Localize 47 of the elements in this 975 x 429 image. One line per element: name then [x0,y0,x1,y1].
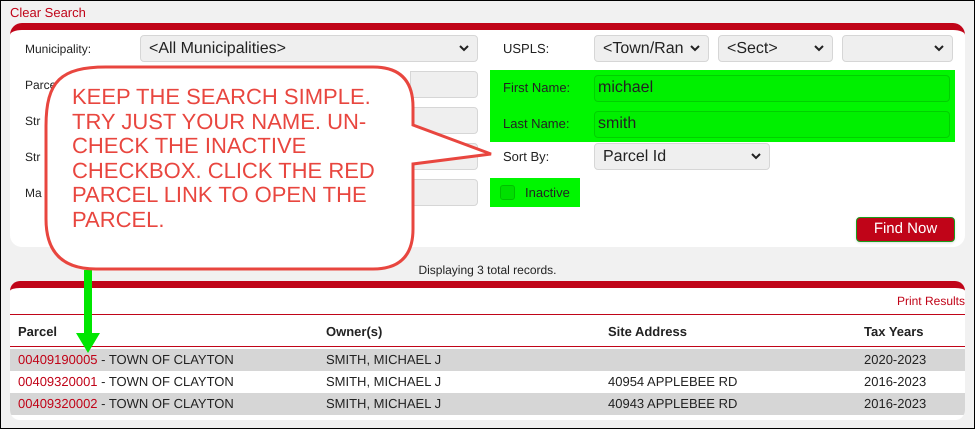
table-cell: 2016-2023 [864,396,926,412]
parcel-link[interactable]: 00409320002 [18,396,98,412]
table-cell: 40943 APPLEBEE RD [608,396,738,412]
dropdown[interactable] [842,35,953,62]
input-field[interactable]: michael [594,74,950,102]
parcel-link[interactable]: 00409320001 [18,374,98,390]
field-label: USPLS: [502,40,550,58]
input-field[interactable]: smith [594,110,950,138]
chevron-icon [934,45,944,52]
dropdown[interactable]: <All Municipalities> [140,35,478,62]
find-now-button[interactable]: Find Now [856,217,955,242]
table-cell: 40954 APPLEBEE RD [608,374,738,390]
table-cell: SMITH, MICHAEL J [326,352,442,368]
checkbox-row[interactable]: Inactive [490,178,580,207]
field-label: Municipality: [25,42,92,56]
dropdown[interactable]: <Sect> [718,35,833,62]
chevron-icon [459,45,469,52]
print-results-link[interactable]: Print Results [896,292,965,310]
dropdown[interactable]: <Town/Ran [594,35,709,62]
field-label: Last Name: [502,115,570,134]
dropdown[interactable]: Parcel Id [594,143,770,170]
table-cell: 00409320001 - TOWN OF CLAYTON [18,374,234,390]
field-label: First Name: [502,79,572,98]
chevron-icon [690,45,700,52]
column-header: Site Address [608,324,687,338]
column-header: Tax Years [864,324,924,338]
table-cell: SMITH, MICHAEL J [326,374,442,390]
checkbox[interactable] [500,185,515,200]
input-field[interactable] [410,71,478,98]
callout-text: KEEP THE SEARCH SIMPLE. TRY JUST YOUR NAME. UN-CHECK THE INACTIVE CHECKBOX. CLICK THE RED PARCEL LINK TO OPEN THE PARCEL. [72,85,376,232]
column-header: Parcel [18,324,58,338]
table-cell: 2020-2023 [864,352,926,368]
parcel-link[interactable]: 00409190005 [18,352,98,368]
checkbox-label: Inactive [525,184,570,202]
record-count: Displaying 3 total records. [418,262,557,279]
table-cell: 00409320002 - TOWN OF CLAYTON [18,396,234,412]
table-cell: 00409190005 - TOWN OF CLAYTON [18,352,234,368]
field-label: Str [25,150,40,164]
chevron-icon [751,153,761,160]
field-label: Sort By: [502,148,550,166]
table-cell: SMITH, MICHAEL J [326,396,442,412]
chevron-icon [814,45,824,52]
clear-search-link[interactable]: Clear Search [10,5,86,20]
table-cell: 2016-2023 [864,374,926,390]
field-label: Str [25,114,40,128]
field-label: Ma [25,186,42,200]
column-header: Owner(s) [326,324,382,338]
